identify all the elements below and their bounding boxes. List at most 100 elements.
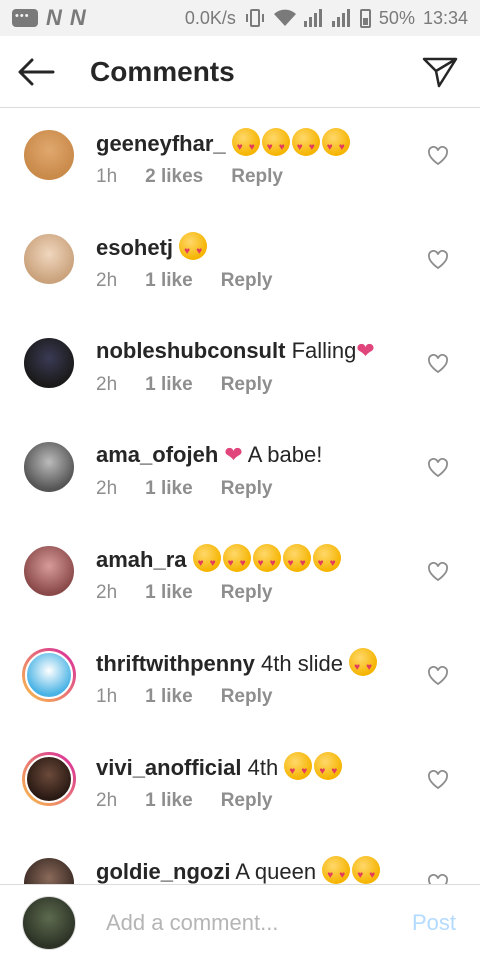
- comment-username[interactable]: vivi_anofficial: [96, 755, 242, 780]
- user-avatar[interactable]: [22, 336, 76, 390]
- avatar-image: [22, 232, 76, 286]
- user-avatar[interactable]: [22, 856, 76, 884]
- signal-icon: [303, 9, 322, 27]
- comment-row: vivi_anofficial 4th 2h 1 like Reply: [0, 732, 480, 836]
- comment-time: 2h: [96, 374, 118, 395]
- comment-username[interactable]: geeneyfhar_: [96, 131, 226, 156]
- user-avatar[interactable]: [22, 752, 76, 806]
- comment-text: nobleshubconsult Falling❤: [96, 336, 375, 366]
- reply-button[interactable]: Reply: [221, 686, 273, 708]
- comment-time: 2h: [96, 790, 118, 811]
- n-notification-icon: N: [69, 5, 86, 30]
- comment-composer: Post: [0, 884, 480, 960]
- heart-eyes-emoji-icon: [179, 232, 208, 267]
- user-avatar[interactable]: [22, 232, 76, 286]
- comment-input[interactable]: [106, 909, 386, 936]
- comment-text: thriftwithpenny 4th slide: [96, 648, 379, 683]
- current-user-avatar: [22, 895, 76, 950]
- comment-time: 2h: [96, 270, 118, 291]
- heart-eyes-emoji-icon: [192, 544, 221, 579]
- comment-row: thriftwithpenny 4th slide 1h 1 like Reply: [0, 628, 480, 732]
- like-heart-icon[interactable]: [427, 562, 449, 582]
- comment-row: ama_ofojeh ❤ A babe! 2h 1 like Reply: [0, 420, 480, 524]
- likes-count[interactable]: 2 likes: [145, 166, 203, 188]
- comment-meta: 2h 1 like Reply: [96, 478, 272, 500]
- reply-button[interactable]: Reply: [221, 790, 273, 812]
- comment-body: A queen: [235, 859, 317, 884]
- pink-heart-emoji-icon: ❤: [356, 338, 375, 363]
- like-heart-icon[interactable]: [427, 146, 449, 166]
- heart-eyes-emoji-icon: [261, 128, 290, 163]
- likes-count[interactable]: 1 like: [145, 270, 193, 292]
- like-heart-icon[interactable]: [427, 666, 449, 686]
- user-avatar[interactable]: [22, 544, 76, 598]
- comment-meta: 1h 2 likes Reply: [96, 166, 283, 188]
- back-arrow-icon[interactable]: [10, 46, 62, 98]
- comment-time: 2h: [96, 478, 118, 499]
- direct-message-icon[interactable]: [414, 46, 466, 98]
- like-heart-icon[interactable]: [427, 458, 449, 478]
- comment-row: geeneyfhar_ 1h 2 likes Reply: [0, 108, 480, 212]
- heart-eyes-emoji-icon: [252, 544, 281, 579]
- heart-eyes-emoji-icon: [291, 128, 320, 163]
- reply-button[interactable]: Reply: [221, 478, 273, 500]
- reply-button[interactable]: Reply: [221, 374, 273, 396]
- comment-username[interactable]: nobleshubconsult: [96, 338, 285, 363]
- likes-count[interactable]: 1 like: [145, 790, 193, 812]
- n-notification-icon: N: [46, 5, 62, 30]
- heart-eyes-emoji-icon: [321, 128, 350, 163]
- likes-count[interactable]: 1 like: [145, 686, 193, 708]
- likes-count[interactable]: 1 like: [145, 374, 193, 396]
- page-title: Comments: [90, 55, 235, 87]
- comment-meta: 2h 1 like Reply: [96, 374, 272, 396]
- status-bar: N N 0.0K/s 50% 13:34: [0, 0, 480, 36]
- comment-meta: 2h 1 like Reply: [96, 582, 272, 604]
- reply-button[interactable]: Reply: [231, 166, 283, 188]
- network-speed: 0.0K/s: [184, 7, 236, 28]
- likes-count[interactable]: 1 like: [145, 582, 193, 604]
- comment-username[interactable]: ama_ofojeh: [96, 442, 218, 467]
- like-heart-icon[interactable]: [427, 354, 449, 374]
- heart-eyes-emoji-icon: [314, 752, 343, 787]
- like-heart-icon[interactable]: [427, 874, 449, 884]
- status-right: 0.0K/s 50% 13:34: [185, 8, 468, 29]
- avatar-image: [22, 856, 76, 884]
- comment-username[interactable]: amah_ra: [96, 547, 187, 572]
- heart-eyes-emoji-icon: [231, 128, 260, 163]
- post-button[interactable]: Post: [412, 910, 456, 936]
- comment-username[interactable]: esohetj: [96, 235, 173, 260]
- comment-meta: 2h 1 like Reply: [96, 270, 272, 292]
- reply-button[interactable]: Reply: [221, 270, 273, 292]
- avatar-image: [25, 651, 73, 699]
- reply-button[interactable]: Reply: [221, 582, 273, 604]
- comment-text: goldie_ngozi A queen: [96, 856, 382, 884]
- clock: 13:34: [422, 7, 468, 28]
- like-heart-icon[interactable]: [427, 770, 449, 790]
- vibrate-icon: [245, 9, 264, 27]
- comment-meta: 1h 1 like Reply: [96, 686, 272, 708]
- heart-eyes-emoji-icon: [352, 856, 381, 884]
- comment-text: esohetj: [96, 232, 209, 267]
- battery-level: 50%: [378, 7, 415, 28]
- avatar-image: [22, 544, 76, 598]
- status-left: N N: [12, 5, 86, 31]
- comments-list[interactable]: geeneyfhar_ 1h 2 likes Reply esohetj 2h 1 li…: [0, 108, 480, 884]
- comment-row: amah_ra 2h 1 like Reply: [0, 524, 480, 628]
- user-avatar[interactable]: [22, 128, 76, 182]
- comment-row: goldie_ngozi A queen: [0, 836, 480, 884]
- likes-count[interactable]: 1 like: [145, 478, 193, 500]
- wifi-icon: [273, 9, 296, 26]
- like-heart-icon[interactable]: [427, 250, 449, 270]
- comment-username[interactable]: thriftwithpenny: [96, 651, 255, 676]
- signal-icon: [331, 9, 350, 27]
- heart-eyes-emoji-icon: [349, 648, 378, 683]
- comment-body: 4th: [247, 755, 279, 780]
- comment-body: A babe!: [247, 442, 323, 467]
- comment-text: ama_ofojeh ❤ A babe!: [96, 440, 322, 470]
- comment-username[interactable]: goldie_ngozi: [96, 859, 230, 884]
- comment-body: 4th slide: [261, 651, 343, 676]
- user-avatar[interactable]: [22, 440, 76, 494]
- user-avatar[interactable]: [22, 648, 76, 702]
- comment-text: amah_ra: [96, 544, 343, 579]
- heart-eyes-emoji-icon: [322, 856, 351, 884]
